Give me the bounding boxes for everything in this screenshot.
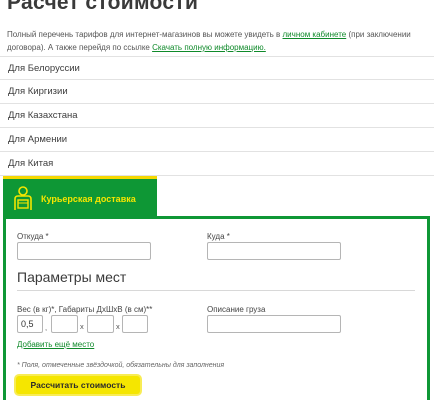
download-info-link[interactable]: Скачать полную информацию. <box>152 43 266 52</box>
intro-text: Полный перечень тарифов для интернет-маг… <box>7 28 427 54</box>
accordion-item-china[interactable]: Для Китая <box>0 152 434 176</box>
personal-account-link[interactable]: личном кабинете <box>283 30 347 39</box>
to-input[interactable] <box>207 242 341 260</box>
height-input[interactable] <box>122 315 148 333</box>
x-separator-2: x <box>116 322 120 331</box>
accordion-item-armenia[interactable]: Для Армении <box>0 128 434 152</box>
from-label: Откуда * <box>17 232 49 241</box>
accordion-item-belarus[interactable]: Для Белоруссии <box>0 56 434 80</box>
accordion-item-kyrgyzstan[interactable]: Для Киргизии <box>0 80 434 104</box>
calculate-cost-button[interactable]: Рассчитать стоимость <box>16 376 140 394</box>
tab-courier-delivery[interactable]: Курьерская доставка <box>3 176 157 218</box>
width-input[interactable] <box>87 315 114 333</box>
add-place-link[interactable]: Добавить ещё место <box>17 340 94 349</box>
tab-courier-delivery-label: Курьерская доставка <box>41 193 136 204</box>
accordion-item-kazakhstan[interactable]: Для Казахстана <box>0 104 434 128</box>
description-input[interactable] <box>207 315 341 333</box>
description-label: Описание груза <box>207 305 266 314</box>
section-divider <box>17 290 415 291</box>
page-title: Расчет стоимости <box>7 0 199 14</box>
places-params-title: Параметры мест <box>17 269 127 285</box>
to-label: Куда * <box>207 232 230 241</box>
x-separator-1: x <box>80 322 84 331</box>
weight-input[interactable] <box>17 315 43 333</box>
courier-icon <box>9 184 37 214</box>
from-input[interactable] <box>17 242 151 260</box>
intro-text-part1: Полный перечень тарифов для интернет-маг… <box>7 30 283 39</box>
comma-separator: , <box>45 323 48 332</box>
required-fields-note: * Поля, отмеченные звёздочкой, обязатель… <box>17 362 225 369</box>
weight-dimensions-label: Вес (в кг)*, Габариты ДхШхВ (в см)** <box>17 305 153 314</box>
length-input[interactable] <box>51 315 78 333</box>
